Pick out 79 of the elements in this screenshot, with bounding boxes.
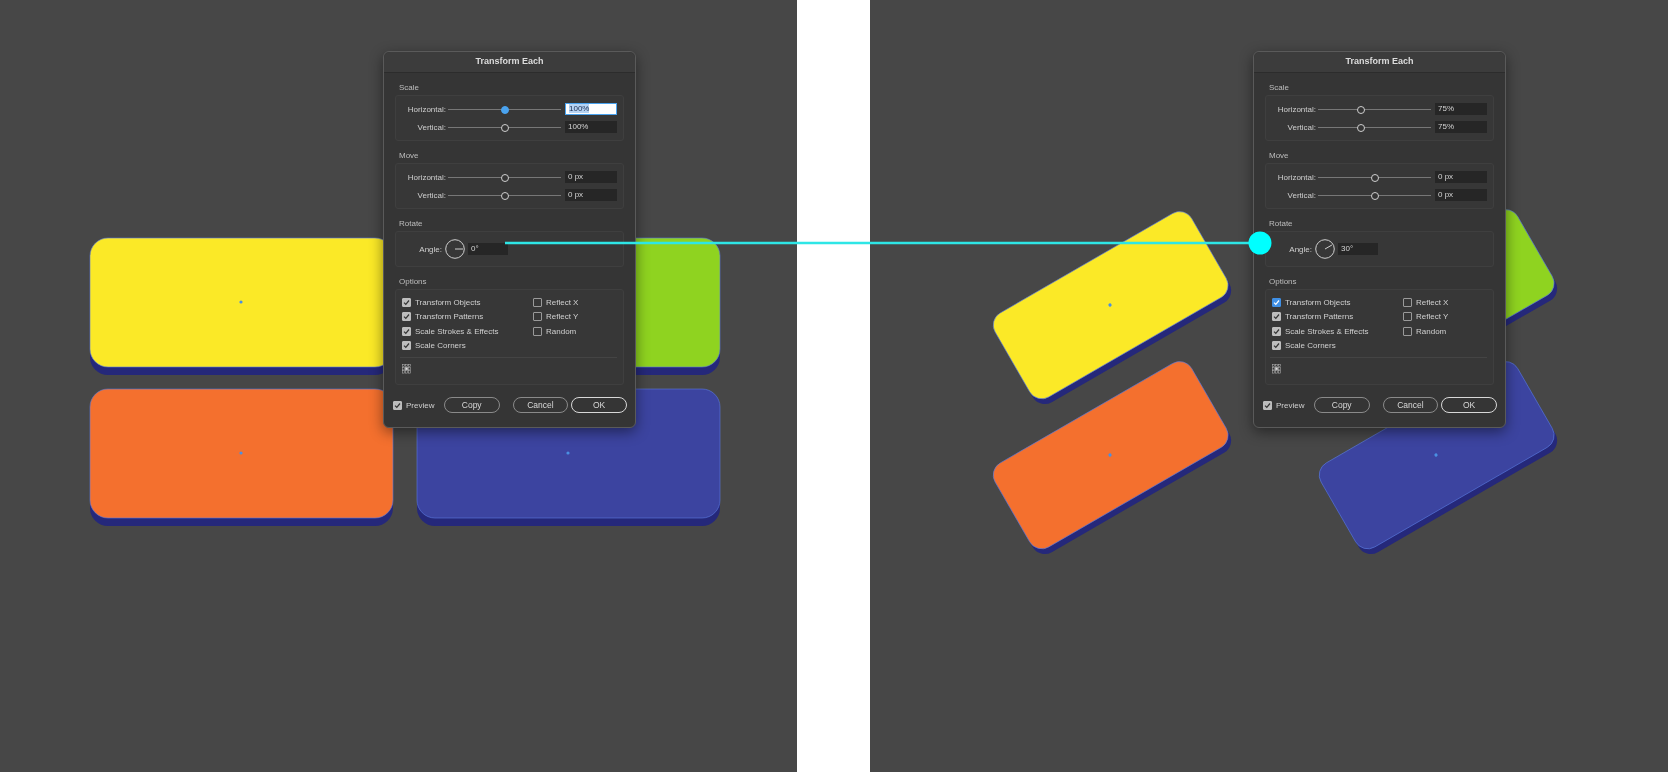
checkbox-label: Transform Patterns	[415, 312, 484, 322]
center-point	[566, 451, 570, 455]
field-label: Angle:	[418, 244, 442, 254]
dialog-title: Transform Each	[1254, 52, 1505, 73]
checkbox-label: Transform Objects	[415, 297, 481, 307]
slider-thumb[interactable]	[1356, 105, 1365, 114]
slider-thumb[interactable]	[500, 123, 509, 132]
slider-thumb[interactable]	[500, 105, 509, 114]
slider-thumb[interactable]	[1370, 173, 1379, 182]
field-label: Vertical:	[1286, 190, 1316, 200]
checkbox-label: Scale Corners	[1285, 341, 1336, 351]
reference-point-icon[interactable]	[1272, 364, 1281, 374]
checkbox[interactable]	[1403, 312, 1412, 322]
center-point	[1434, 453, 1438, 457]
field-label: Vertical:	[1286, 122, 1316, 132]
checkbox[interactable]	[402, 341, 411, 351]
input-field[interactable]: 0 px	[565, 171, 617, 183]
angle-dial[interactable]	[445, 239, 465, 259]
group-title: Rotate	[1269, 219, 1294, 229]
checkbox-label: Scale Strokes & Effects	[1285, 326, 1369, 336]
slider-thumb[interactable]	[500, 173, 509, 182]
checkbox-label: Reflect X	[1416, 297, 1449, 307]
checkbox[interactable]	[1272, 312, 1281, 322]
field-label: Horizontal:	[406, 104, 446, 114]
center-point	[1108, 453, 1112, 457]
checkbox[interactable]	[1403, 326, 1412, 336]
input-field[interactable]: 0 px	[1435, 171, 1487, 183]
field-label: Horizontal:	[406, 172, 446, 182]
checkbox[interactable]	[1263, 400, 1272, 410]
slider-thumb[interactable]	[1370, 191, 1379, 200]
input-field[interactable]: 0 px	[1435, 189, 1487, 201]
dialog-title: Transform Each	[384, 52, 635, 73]
checkbox-label: Scale Corners	[415, 341, 466, 351]
group-title: Scale	[399, 83, 420, 93]
checkbox-label: Random	[546, 326, 577, 336]
checkbox-label: Transform Objects	[1285, 297, 1351, 307]
checkbox[interactable]	[533, 326, 542, 336]
input-field[interactable]: 75%	[1435, 121, 1487, 133]
center-point	[1108, 303, 1112, 307]
group-title: Scale	[1269, 83, 1290, 93]
checkbox-label: Random	[1416, 326, 1447, 336]
group-title: Options	[399, 277, 428, 287]
group-title: Options	[1269, 277, 1298, 287]
center-point	[239, 451, 243, 455]
field-label: Angle:	[1288, 244, 1312, 254]
checkbox[interactable]	[402, 326, 411, 336]
checkbox[interactable]	[393, 400, 402, 410]
field-label: Horizontal:	[1276, 104, 1316, 114]
field-label: Vertical:	[416, 190, 446, 200]
checkbox-label: Reflect Y	[1416, 312, 1449, 322]
input-field[interactable]: 100%	[565, 121, 617, 133]
reference-point-icon[interactable]	[402, 364, 411, 374]
checkbox-label: Transform Patterns	[1285, 312, 1354, 322]
group-title: Rotate	[399, 219, 424, 229]
checkbox[interactable]	[533, 312, 542, 322]
angle-dial[interactable]	[1315, 239, 1335, 259]
slider-thumb[interactable]	[500, 191, 509, 200]
input-field[interactable]: 100%	[565, 103, 617, 115]
input-field[interactable]: 75%	[1435, 103, 1487, 115]
group-title: Move	[1269, 151, 1290, 161]
checkbox[interactable]	[533, 297, 542, 307]
checkbox[interactable]	[402, 312, 411, 322]
checkbox-label: Reflect Y	[546, 312, 579, 322]
field-label: Vertical:	[416, 122, 446, 132]
field-label: Horizontal:	[1276, 172, 1316, 182]
checkbox[interactable]	[1272, 326, 1281, 336]
checkbox-label: Preview	[406, 400, 435, 410]
slider-thumb[interactable]	[1356, 123, 1365, 132]
checkbox-label: Reflect X	[546, 297, 579, 307]
checkbox[interactable]	[1272, 341, 1281, 351]
checkbox[interactable]	[1272, 297, 1281, 307]
checkbox[interactable]	[402, 297, 411, 307]
input-field[interactable]: 30°	[1338, 243, 1378, 255]
checkbox-label: Scale Strokes & Effects	[415, 326, 499, 336]
input-field[interactable]: 0°	[468, 243, 508, 255]
group-title: Move	[399, 151, 420, 161]
input-field[interactable]: 0 px	[565, 189, 617, 201]
checkbox[interactable]	[1403, 297, 1412, 307]
checkbox-label: Preview	[1276, 400, 1305, 410]
